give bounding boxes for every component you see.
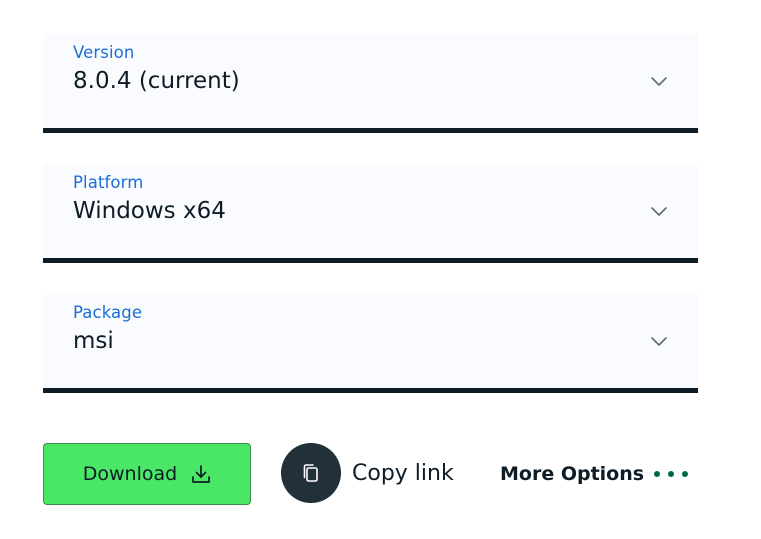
platform-select[interactable]: Platform Windows x64 — [43, 164, 698, 263]
download-panel: Version 8.0.4 (current) Platform Windows… — [0, 0, 761, 539]
platform-label: Platform — [73, 173, 144, 192]
dot — [654, 471, 660, 477]
copy-link-button[interactable] — [281, 443, 341, 503]
more-dots-icon[interactable] — [654, 467, 694, 481]
more-options-link[interactable]: More Options — [500, 463, 644, 485]
dot — [682, 471, 688, 477]
package-value: msi — [73, 328, 114, 354]
download-button[interactable]: Download — [43, 443, 251, 505]
copy-icon — [303, 464, 318, 482]
package-label: Package — [73, 303, 143, 322]
version-value: 8.0.4 (current) — [73, 68, 240, 94]
chevron-down-icon — [651, 207, 667, 216]
version-label: Version — [73, 43, 135, 62]
download-icon — [192, 465, 211, 483]
chevron-down-icon — [651, 77, 667, 86]
version-select[interactable]: Version 8.0.4 (current) — [43, 34, 698, 133]
package-select[interactable]: Package msi — [43, 294, 698, 393]
dot — [668, 471, 674, 477]
copy-link-label[interactable]: Copy link — [352, 461, 454, 486]
download-button-label: Download — [82, 463, 178, 485]
platform-value: Windows x64 — [73, 198, 226, 224]
chevron-down-icon — [651, 337, 667, 346]
